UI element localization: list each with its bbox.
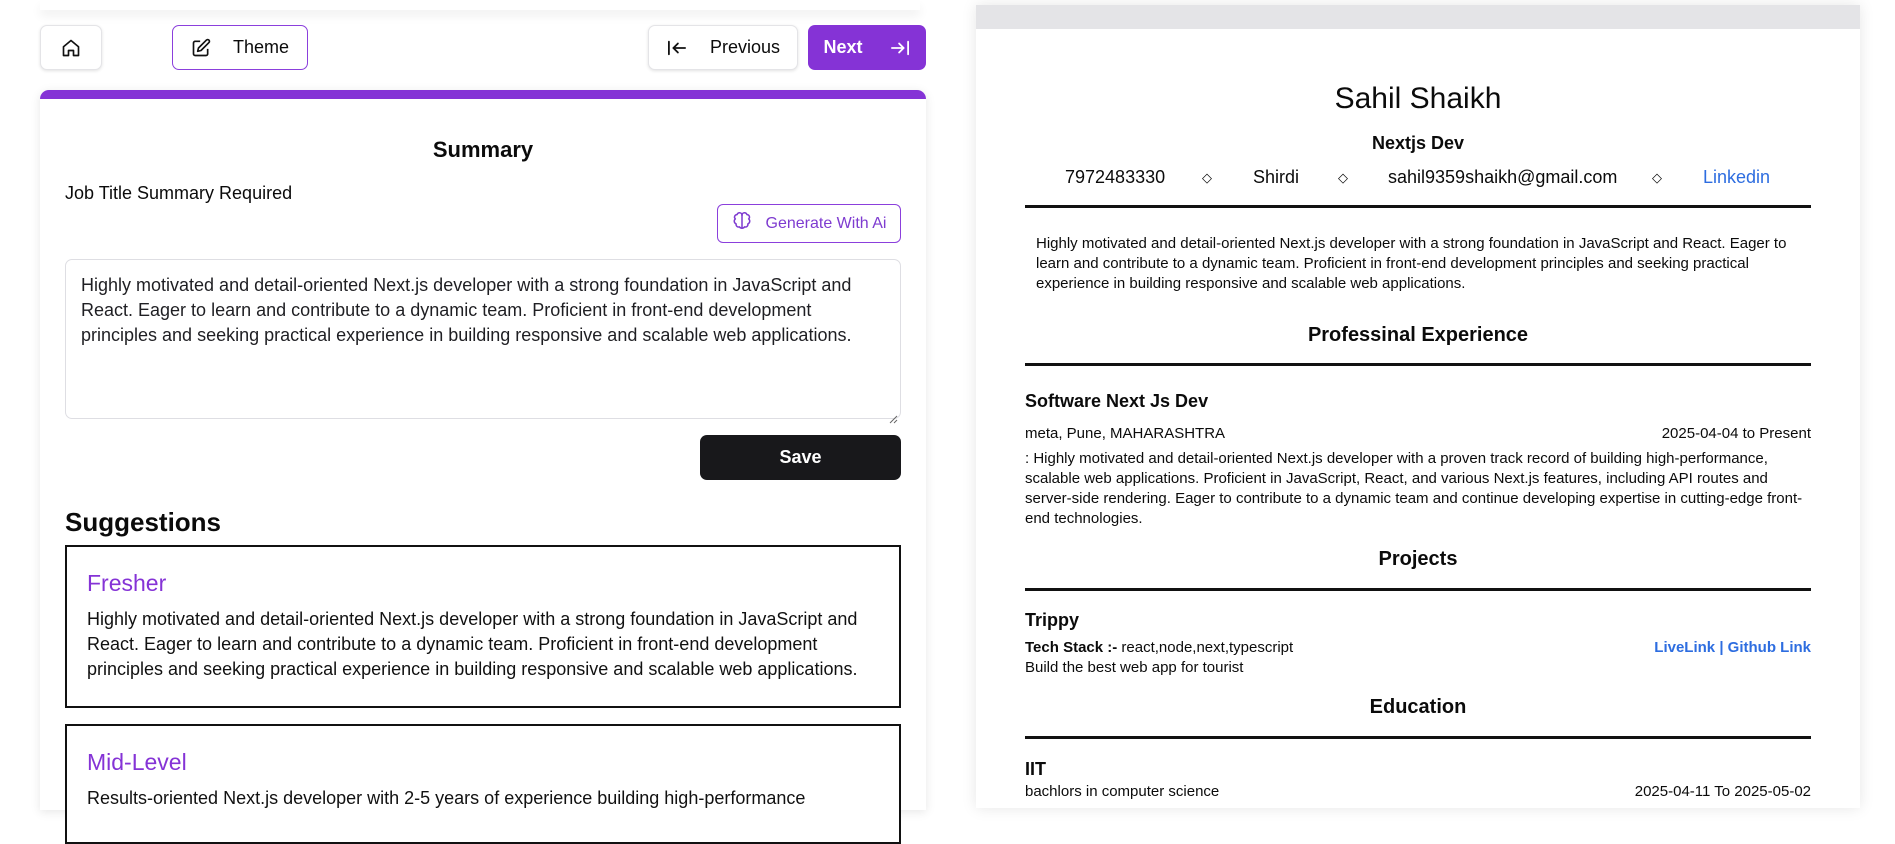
previous-button[interactable]: Previous [648,25,798,70]
suggestion-level: Fresher [87,570,167,596]
education-dates: 2025-04-11 To 2025-05-02 [1634,783,1811,800]
summary-textarea[interactable]: Highly motivated and detail-oriented Nex… [65,259,901,424]
arrow-left-icon [666,39,688,57]
resume-summary: Highly motivated and detail-oriented Nex… [1036,235,1787,292]
tech-stack-label: Tech Stack :- [1025,639,1118,656]
experience-title: Software Next Js Dev [1025,391,1209,411]
resume-phone: 7972483330 [1065,167,1166,187]
summary-subtitle: Job Title Summary Required [65,183,293,203]
suggestion-card[interactable]: Fresher Highly motivated and detail-orie… [65,545,901,708]
resume-linkedin-link[interactable]: Linkedin [1703,167,1770,188]
editor-panel: Theme Previous Next Summary Job Title Su… [0,0,960,844]
generate-ai-label: Generate With Ai [765,214,887,232]
separator-icon: ◇ [1202,170,1212,185]
theme-button[interactable]: Theme [172,25,308,70]
brain-icon [732,211,752,236]
separator-icon: ◇ [1338,170,1348,185]
save-button[interactable]: Save [700,435,901,480]
divider [1025,736,1811,739]
divider [1025,205,1811,208]
edit-icon [191,38,211,58]
summary-card: Summary Job Title Summary Required Gener… [40,90,926,844]
suggestion-text: Results-oriented Next.js developer with … [87,788,806,808]
home-button[interactable] [40,25,102,70]
education-school: IIT [1025,759,1046,779]
project-name: Trippy [1025,610,1080,630]
resume-role: Nextjs Dev [1371,133,1465,153]
resume-name: Sahil Shaikh [1334,82,1502,115]
experience-heading: Professinal Experience [1307,324,1529,346]
resume-email: sahil9359shaikh@gmail.com [1388,167,1618,187]
previous-label: Previous [709,37,781,57]
home-icon [61,38,81,58]
resize-handle-icon[interactable] [888,406,898,424]
preview-top-bar [976,5,1860,29]
next-label: Next [823,37,863,57]
project-links[interactable]: LiveLink | Github Link [1654,639,1811,656]
summary-title: Summary [432,137,534,162]
divider [1025,588,1811,591]
divider [1025,363,1811,366]
experience-dates: 2025-04-04 to Present [1661,425,1811,442]
projects-heading: Projects [1378,548,1458,570]
project-tech: Tech Stack :- react,node,next,typescript [1025,639,1293,656]
education-heading: Education [1369,696,1467,718]
header-shadow [40,0,920,10]
arrow-right-icon [889,39,911,57]
next-button[interactable]: Next [808,25,926,70]
suggestion-level: Mid-Level [87,749,187,775]
separator-icon: ◇ [1652,170,1662,185]
project-description: Build the best web app for tourist [1025,659,1244,676]
suggestions-title: Suggestions [65,507,222,537]
resume-location: Shirdi [1253,167,1300,187]
education-degree: bachlors in computer science [1025,783,1220,800]
suggestion-text: Highly motivated and detail-oriented Nex… [87,609,858,679]
tech-stack-value: react,node,next,typescript [1117,639,1294,656]
theme-label: Theme [232,37,290,57]
generate-ai-button[interactable]: Generate With Ai [717,204,901,243]
summary-text: Highly motivated and detail-oriented Nex… [81,275,852,345]
suggestion-card[interactable]: Mid-Level Results-oriented Next.js devel… [65,724,901,844]
experience-company: meta, Pune, MAHARASHTRA [1025,425,1226,442]
experience-description: : Highly motivated and detail-oriented N… [1025,450,1803,527]
